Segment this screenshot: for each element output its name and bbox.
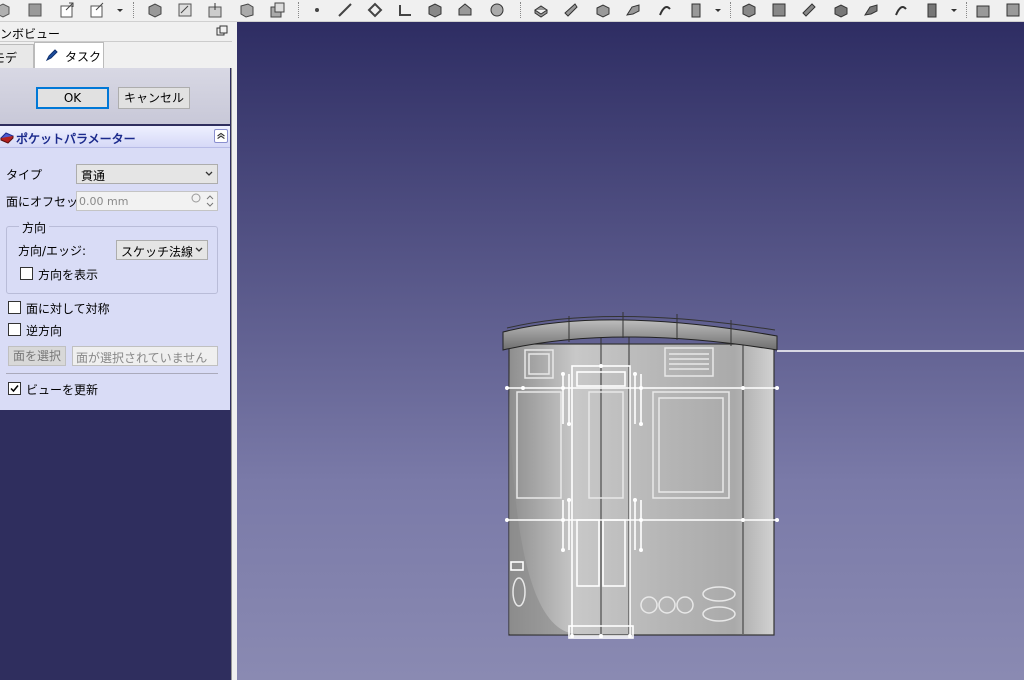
check-icon [10,385,19,393]
import-icon[interactable] [88,1,106,19]
3d-model[interactable] [237,22,1024,680]
tab-model[interactable]: モデル [0,44,34,82]
show-direction-checkbox[interactable] [20,267,33,280]
spin-arrows-icon[interactable] [205,192,215,210]
pocket-parameters-header[interactable]: ポケットパラメーター [0,126,230,148]
update-view-label: ビューを更新 [26,383,99,397]
offset-value: 0.00 mm [79,195,129,208]
subtractive-primitive-icon[interactable] [924,1,942,19]
chevron-down-icon [195,247,203,252]
validate-icon[interactable] [238,1,256,19]
type-label: タイプ [6,168,43,182]
ok-button[interactable]: OK [36,87,109,109]
expression-icon[interactable] [191,193,201,203]
line-icon[interactable] [336,1,354,19]
cancel-button[interactable]: キャンセル [118,87,190,109]
pocket-parameters-panel: ポケットパラメーター タイプ 貫通 面にオフセット 0.00 mm 方向 方向/… [0,126,230,410]
main-toolbar [0,0,1024,22]
panel-title: ンボビュー [0,27,61,41]
save-icon[interactable] [26,1,44,19]
additive-primitive-icon[interactable] [688,1,706,19]
dropdown-arrow-icon[interactable] [115,1,125,19]
collapse-icon[interactable] [214,129,228,143]
tab-task[interactable]: タスク [34,42,104,68]
additive-loft-icon[interactable] [594,1,612,19]
select-face-button[interactable]: 面を選択 [8,346,66,366]
direction-group-title: 方向 [19,219,50,236]
tab-task-label: タスク [65,50,102,64]
point-icon[interactable] [308,1,326,19]
symmetric-checkbox[interactable] [8,301,21,314]
offset-input[interactable]: 0.00 mm [76,191,218,211]
symmetric-label: 面に対して対称 [26,302,110,316]
float-icon[interactable] [216,25,228,37]
revolution-icon[interactable] [562,1,580,19]
additive-pipe-icon[interactable] [624,1,642,19]
pad-icon[interactable] [532,1,550,19]
panel-header: ンボビュー [0,22,232,42]
pocket-parameters-title: ポケットパラメーター [16,132,136,146]
coordinate-system-icon[interactable] [396,1,414,19]
panel-tabs: モデル タスク [0,42,232,82]
new-sketch-icon[interactable] [176,1,194,19]
type-select[interactable]: 貫通 [76,164,218,184]
direction-edge-label: 方向/エッジ: [18,244,87,258]
groove-icon[interactable] [800,1,818,19]
plane-icon[interactable] [366,1,384,19]
attach-icon[interactable] [206,1,224,19]
part-icon[interactable] [0,1,12,19]
dialog-button-area: OK キャンセル [0,68,230,124]
body-icon[interactable] [146,1,164,19]
additive-helix-icon[interactable] [656,1,674,19]
subtractive-helix-icon[interactable] [892,1,910,19]
chevron-down-icon [205,171,213,176]
clone-feature-icon[interactable] [488,1,506,19]
sub-shape-binder-icon[interactable] [456,1,474,19]
separator [6,373,218,374]
subtractive-pipe-icon[interactable] [862,1,880,19]
combo-view-panel: ンボビュー モデル タスク OK キャンセル ポケットパラメーター タイプ 貫通… [0,22,232,680]
pocket-icon [0,132,14,144]
subtractive-loft-icon[interactable] [832,1,850,19]
update-view-checkbox[interactable] [8,382,21,395]
direction-group [6,226,218,294]
pocket-icon[interactable] [740,1,758,19]
show-direction-label: 方向を表示 [38,268,99,282]
clone-icon[interactable] [268,1,286,19]
dropdown-arrow-icon[interactable] [713,1,723,19]
export-icon[interactable] [58,1,76,19]
shape-binder-icon[interactable] [426,1,444,19]
reversed-checkbox[interactable] [8,323,21,336]
direction-edge-value: スケッチ法線 [121,245,194,259]
mirrored-icon[interactable] [974,1,992,19]
3d-viewport[interactable] [237,22,1024,680]
type-value: 貫通 [81,169,106,183]
dropdown-arrow-icon[interactable] [949,1,959,19]
linear-pattern-icon[interactable] [1004,1,1022,19]
selected-face-field: 面が選択されていません [72,346,218,366]
direction-edge-select[interactable]: スケッチ法線 [116,240,208,260]
pencil-icon [45,49,58,62]
reversed-label: 逆方向 [26,324,63,338]
hole-icon[interactable] [770,1,788,19]
